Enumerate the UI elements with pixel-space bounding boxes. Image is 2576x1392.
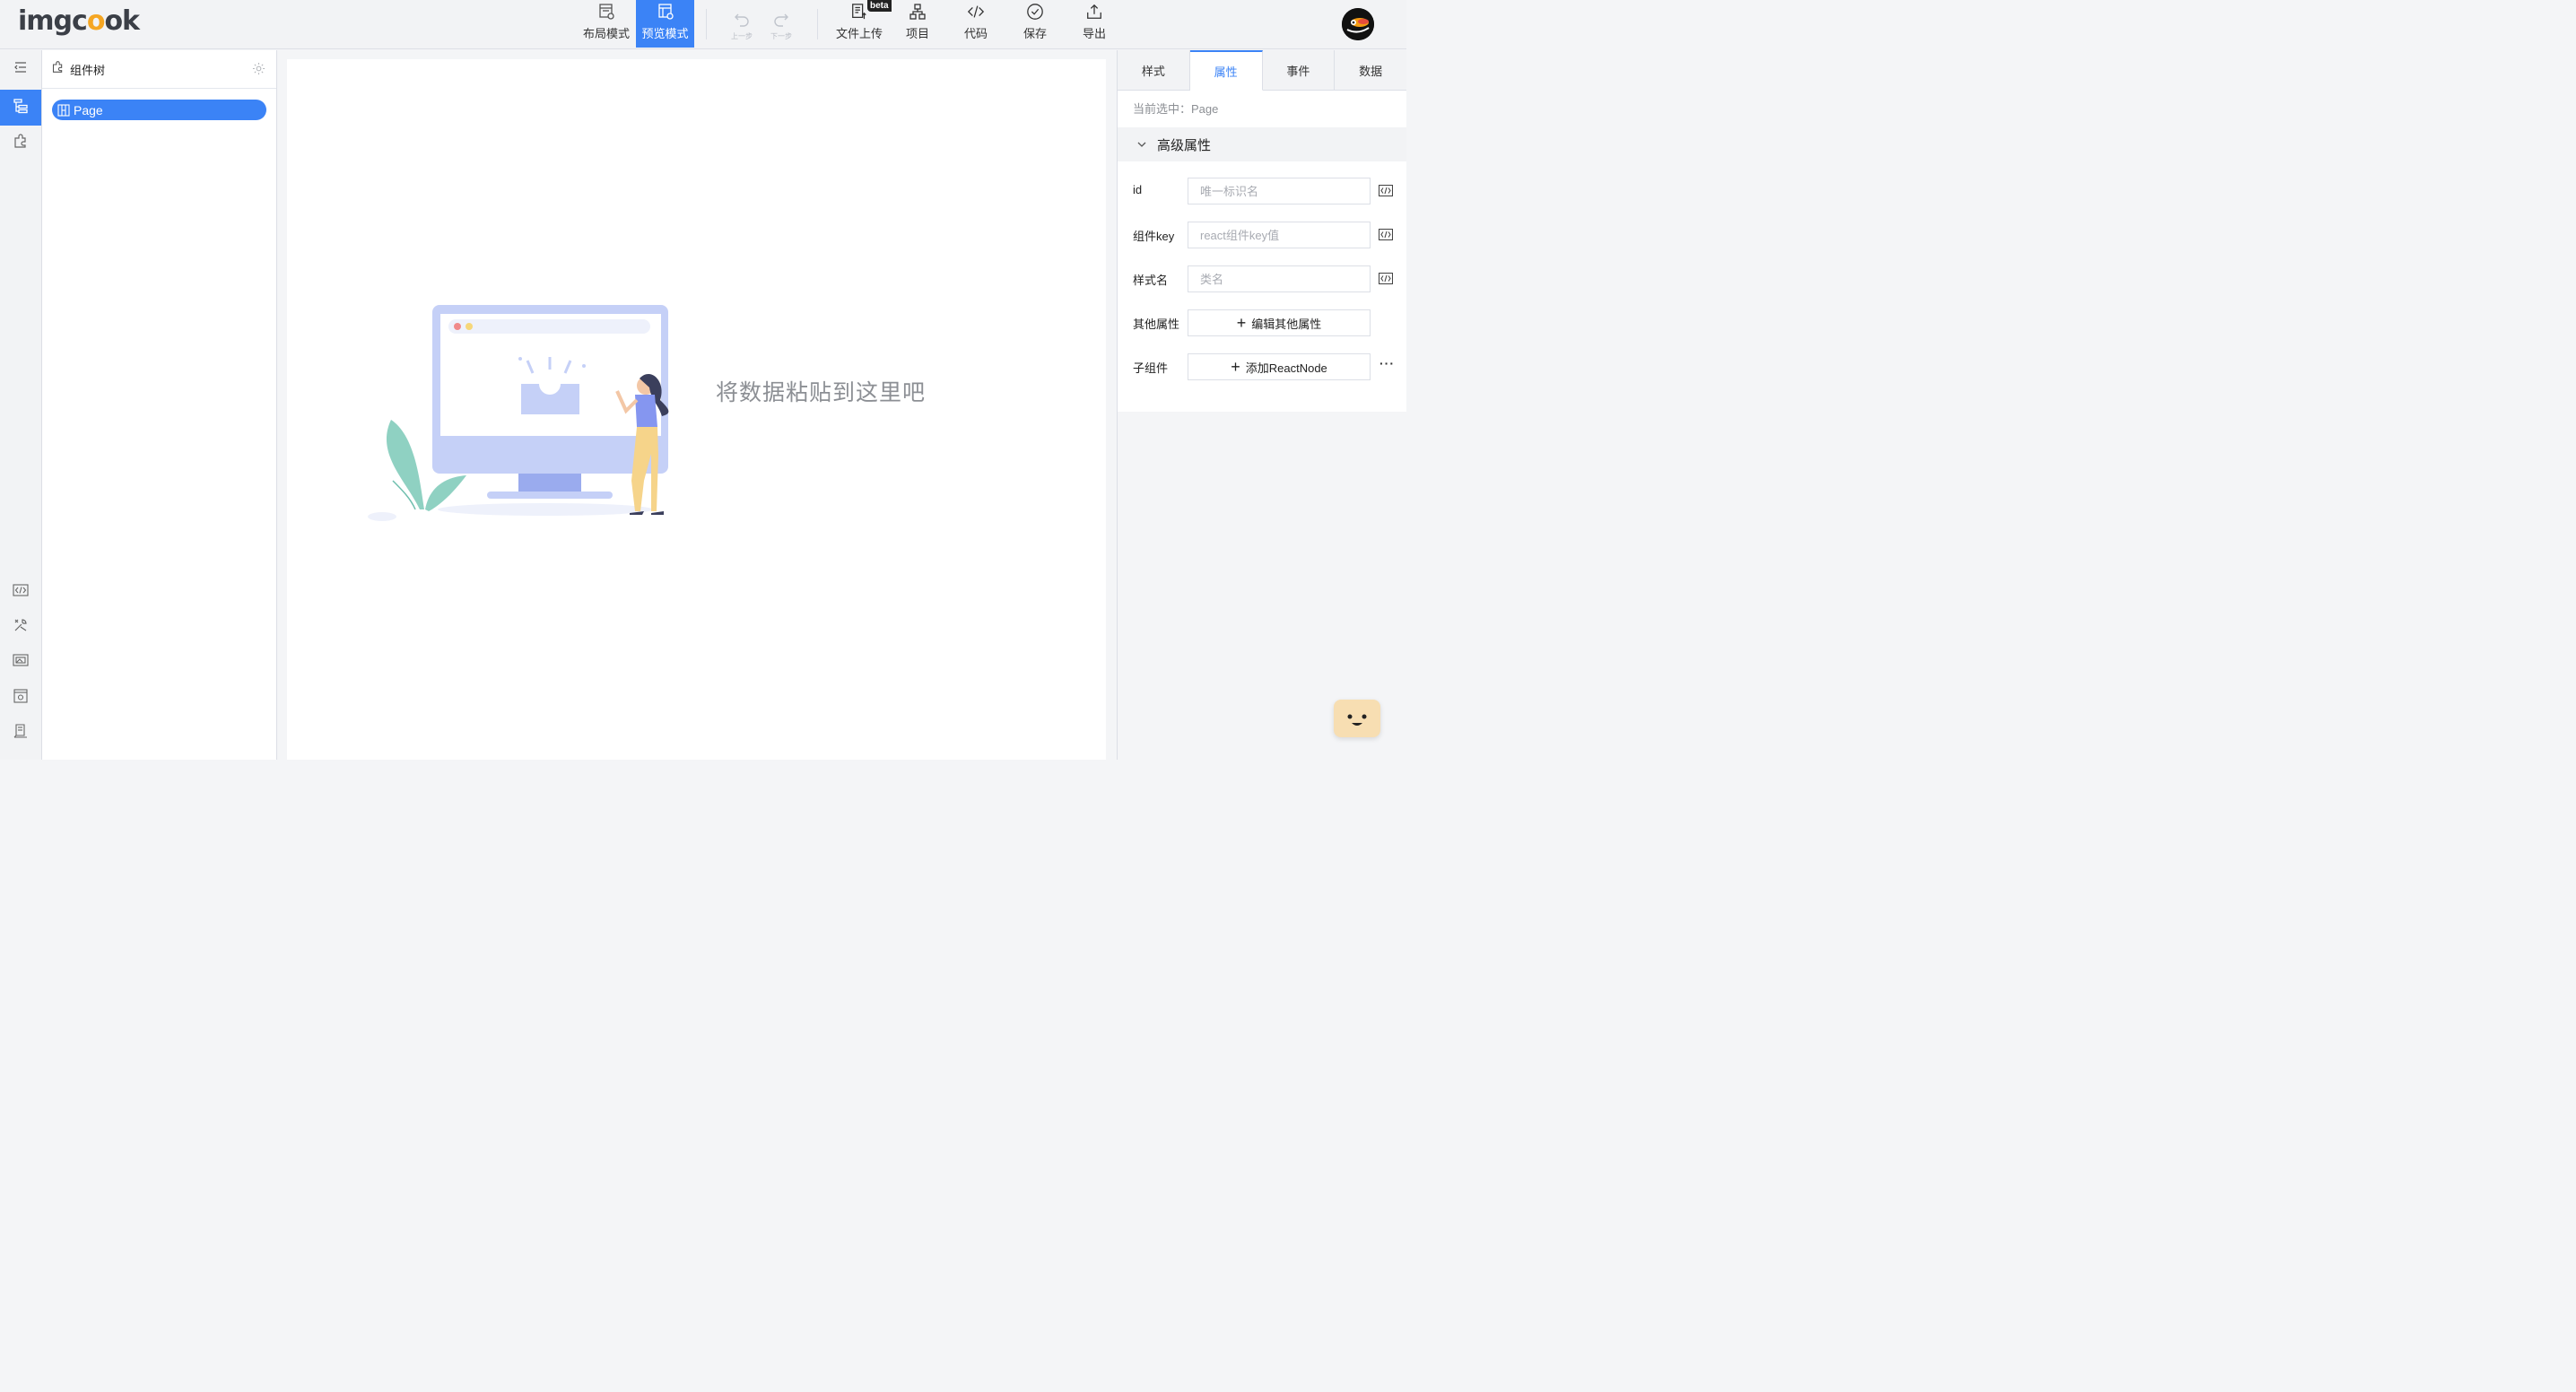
module-tab[interactable] bbox=[0, 680, 41, 716]
user-avatar[interactable] bbox=[1342, 8, 1374, 40]
layout-mode-button[interactable]: 布局模式 bbox=[579, 0, 634, 48]
more-icon[interactable]: ··· bbox=[1379, 356, 1395, 370]
left-icon-rail bbox=[0, 50, 42, 760]
tab-properties[interactable]: 属性 bbox=[1189, 50, 1263, 91]
tree-settings-icon[interactable] bbox=[252, 62, 265, 80]
properties-tabs: 样式 属性 事件 数据 bbox=[1118, 50, 1406, 91]
plugin-icon bbox=[51, 60, 65, 78]
edit-other-props-button[interactable]: + 编辑其他属性 bbox=[1188, 309, 1371, 336]
save-button[interactable]: 保存 bbox=[1017, 0, 1053, 48]
undo-button[interactable]: 上一步 bbox=[727, 0, 757, 48]
tree-panel-header: 组件树 bbox=[42, 50, 276, 89]
tree-node-page[interactable]: Page bbox=[52, 100, 266, 120]
current-selection-value: Page bbox=[1191, 102, 1219, 116]
preview-mode-label: 预览模式 bbox=[641, 27, 689, 40]
add-react-node-label: 添加ReactNode bbox=[1245, 361, 1327, 375]
code-label: 代码 bbox=[963, 27, 988, 40]
component-tree-tab[interactable] bbox=[0, 90, 41, 126]
code-panel-tab[interactable] bbox=[0, 574, 41, 610]
redo-icon bbox=[772, 9, 790, 29]
redo-button[interactable]: 下一步 bbox=[766, 0, 796, 48]
save-icon bbox=[1026, 2, 1044, 22]
prop-label-key: 组件key bbox=[1133, 230, 1175, 243]
code-button[interactable]: 代码 bbox=[958, 0, 994, 48]
tools-icon bbox=[13, 617, 29, 638]
module-icon bbox=[13, 688, 29, 709]
edit-other-props-label: 编辑其他属性 bbox=[1251, 317, 1322, 331]
project-icon bbox=[909, 2, 927, 22]
current-selection-label: 当前选中： bbox=[1133, 102, 1192, 116]
redo-label: 下一步 bbox=[770, 32, 792, 40]
component-key-input[interactable] bbox=[1188, 222, 1371, 248]
layout-mode-label: 布局模式 bbox=[582, 27, 630, 40]
classname-input[interactable] bbox=[1188, 265, 1371, 292]
empty-paste-message: 将数据粘贴到这里吧 bbox=[716, 380, 927, 405]
file-upload-label: 文件上传 bbox=[835, 27, 883, 40]
tab-style[interactable]: 样式 bbox=[1118, 50, 1190, 90]
prop-label-other: 其他属性 bbox=[1133, 318, 1180, 331]
prop-row-children: 子组件 + 添加ReactNode ··· bbox=[1118, 344, 1406, 388]
prop-label-classname: 样式名 bbox=[1133, 274, 1169, 287]
properties-body: 当前选中：Page 高级属性 id 组件key 样式名 其他属性 + 编辑 bbox=[1118, 91, 1406, 412]
image-tab[interactable] bbox=[0, 644, 41, 680]
toolbar-divider bbox=[817, 9, 818, 39]
empty-state-illustration bbox=[368, 305, 669, 521]
code-binding-icon[interactable] bbox=[1379, 229, 1393, 240]
prop-row-key: 组件key bbox=[1118, 213, 1406, 257]
layout-mode-icon bbox=[597, 2, 615, 22]
design-canvas[interactable]: 将数据粘贴到这里吧 bbox=[287, 59, 1106, 760]
smiley-icon bbox=[1347, 714, 1367, 726]
prop-label-id: id bbox=[1133, 183, 1143, 196]
tree-panel-title: 组件树 bbox=[70, 63, 106, 77]
project-label: 项目 bbox=[905, 27, 929, 40]
advanced-props-group-header[interactable]: 高级属性 bbox=[1118, 127, 1406, 161]
code-icon bbox=[13, 583, 29, 601]
export-label: 导出 bbox=[1082, 27, 1106, 40]
id-input[interactable] bbox=[1188, 178, 1371, 204]
image-icon bbox=[13, 653, 29, 672]
export-icon bbox=[1085, 2, 1103, 22]
prop-row-id: id bbox=[1118, 169, 1406, 213]
plugin-icon bbox=[13, 133, 29, 153]
undo-label: 上一步 bbox=[731, 32, 753, 40]
canvas-area: 将数据粘贴到这里吧 bbox=[278, 50, 1116, 760]
app-logo[interactable]: imgcook bbox=[18, 5, 140, 37]
beta-badge: beta bbox=[867, 0, 892, 12]
collapse-panel-button[interactable] bbox=[0, 51, 41, 87]
prop-row-other: 其他属性 + 编辑其他属性 bbox=[1118, 300, 1406, 344]
add-react-node-button[interactable]: + 添加ReactNode bbox=[1188, 353, 1371, 380]
code-binding-icon[interactable] bbox=[1379, 273, 1393, 284]
preview-mode-button[interactable]: 预览模式 bbox=[636, 0, 694, 48]
current-selection: 当前选中：Page bbox=[1118, 91, 1406, 127]
assistant-bot-button[interactable] bbox=[1334, 700, 1380, 737]
export-button[interactable]: 导出 bbox=[1076, 0, 1112, 48]
collapse-icon bbox=[13, 61, 28, 78]
docs-tab[interactable] bbox=[0, 715, 41, 751]
top-toolbar: imgcook 布局模式 预览模式 上一步 下一步 文件上传 beta 项目 代… bbox=[0, 0, 1406, 49]
chevron-down-icon bbox=[1137, 141, 1146, 148]
docs-icon bbox=[13, 723, 29, 744]
component-tree-icon bbox=[13, 98, 29, 118]
properties-panel: 样式 属性 事件 数据 当前选中：Page 高级属性 id 组件key 样式名 bbox=[1117, 50, 1406, 760]
save-label: 保存 bbox=[1023, 27, 1047, 40]
tree-node-label: Page bbox=[74, 102, 103, 117]
plus-icon: + bbox=[1236, 314, 1247, 332]
undo-icon bbox=[733, 9, 751, 29]
component-tree-panel: 组件树 Page bbox=[42, 50, 277, 760]
advanced-props-title: 高级属性 bbox=[1157, 137, 1212, 153]
tab-data[interactable]: 数据 bbox=[1335, 50, 1406, 90]
code-icon bbox=[967, 2, 985, 22]
tab-events[interactable]: 事件 bbox=[1263, 50, 1336, 90]
toolbar-divider bbox=[706, 9, 707, 39]
code-binding-icon[interactable] bbox=[1379, 185, 1393, 196]
prop-row-classname: 样式名 bbox=[1118, 257, 1406, 300]
prop-label-children: 子组件 bbox=[1133, 361, 1169, 375]
tools-tab[interactable] bbox=[0, 609, 41, 645]
file-upload-icon bbox=[850, 2, 868, 22]
plugin-tab[interactable] bbox=[0, 125, 41, 161]
plus-icon: + bbox=[1231, 358, 1240, 376]
project-button[interactable]: 项目 bbox=[901, 0, 935, 48]
page-layout-icon bbox=[57, 103, 70, 117]
preview-mode-icon bbox=[657, 2, 674, 22]
